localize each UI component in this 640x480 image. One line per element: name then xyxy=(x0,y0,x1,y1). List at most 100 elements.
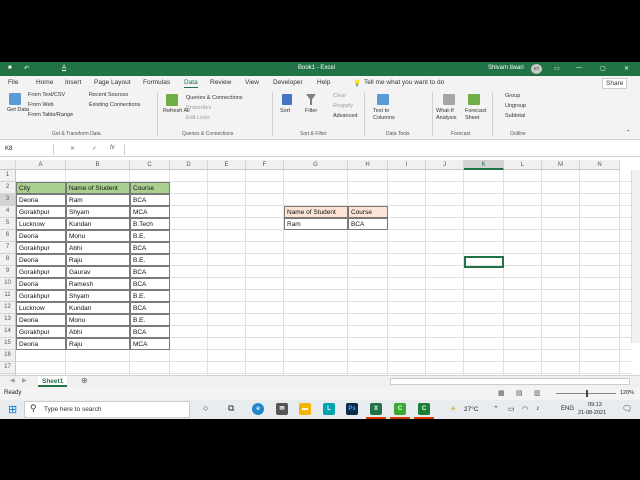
fx-icon[interactable]: fx xyxy=(110,145,115,151)
column-header-b[interactable]: B xyxy=(66,160,130,170)
menu-insert[interactable]: Insert xyxy=(65,79,81,86)
vertical-scrollbar[interactable] xyxy=(631,170,640,343)
collapse-ribbon-icon[interactable]: ⌃ xyxy=(626,130,631,136)
from-web-button[interactable]: From Web xyxy=(28,102,54,108)
menu-view[interactable]: View xyxy=(245,79,259,86)
table-cell[interactable]: Deoria xyxy=(16,314,66,326)
row-header-16[interactable]: 16 xyxy=(0,350,16,362)
table-header-cell[interactable]: City xyxy=(16,182,66,194)
filter-button[interactable]: Filter xyxy=(305,108,317,114)
add-sheet-icon[interactable]: ⊕ xyxy=(81,376,88,385)
table-cell[interactable]: Gorakhpur xyxy=(16,290,66,302)
column-header-n[interactable]: N xyxy=(580,160,620,170)
row-header-3[interactable]: 3 xyxy=(0,194,16,206)
page-layout-icon[interactable]: ▤ xyxy=(516,389,523,397)
next-sheet-icon[interactable]: ▶ xyxy=(22,377,27,384)
row-header-17[interactable]: 17 xyxy=(0,362,16,374)
weather-icon[interactable]: ☀ xyxy=(450,405,456,413)
column-header-d[interactable]: D xyxy=(170,160,208,170)
table-cell[interactable]: BCA xyxy=(130,302,170,314)
table-cell[interactable]: Lucknow xyxy=(16,218,66,230)
camtasia-recorder-icon[interactable]: C xyxy=(418,403,430,415)
undo-icon[interactable]: ↶ xyxy=(24,65,29,72)
excel-taskbar-icon[interactable]: X xyxy=(370,403,382,415)
row-header-2[interactable]: 2 xyxy=(0,182,16,194)
save-icon[interactable]: ■ xyxy=(8,65,12,71)
row-header-10[interactable]: 10 xyxy=(0,278,16,290)
column-header-c[interactable]: C xyxy=(130,160,170,170)
formula-input[interactable] xyxy=(124,144,634,155)
recent-sources-button[interactable]: Recent Sources xyxy=(89,92,128,98)
maximize-icon[interactable]: ▢ xyxy=(600,65,606,72)
table-cell[interactable]: Deoria xyxy=(16,230,66,242)
row-header-14[interactable]: 14 xyxy=(0,326,16,338)
weather-temp[interactable]: 27°C xyxy=(464,406,479,413)
clock-time[interactable]: 09:13 xyxy=(588,402,602,408)
clock-date[interactable]: 21-08-2021 xyxy=(578,410,606,416)
cortana-icon[interactable]: ○ xyxy=(203,403,208,413)
close-icon[interactable]: ✕ xyxy=(624,65,629,72)
clear-button[interactable]: Clear xyxy=(333,93,346,99)
table-cell[interactable]: Shyam xyxy=(66,206,130,218)
row-header-1[interactable]: 1 xyxy=(0,170,16,182)
menu-developer[interactable]: Developer xyxy=(273,79,303,86)
lookup-cell[interactable]: Ram xyxy=(284,218,348,230)
tray-chevron-icon[interactable]: ⌃ xyxy=(493,405,499,413)
column-header-j[interactable]: J xyxy=(426,160,464,170)
from-text-button[interactable]: From Text/CSV xyxy=(28,92,65,98)
page-break-icon[interactable]: ▥ xyxy=(534,389,541,397)
column-header-i[interactable]: I xyxy=(388,160,426,170)
table-cell[interactable]: Abhi xyxy=(66,242,130,254)
table-cell[interactable]: B.E. xyxy=(130,290,170,302)
edit-links-button[interactable]: Edit Links xyxy=(186,115,210,121)
file-explorer-icon[interactable]: ▬ xyxy=(299,403,311,415)
table-cell[interactable]: B.E. xyxy=(130,254,170,266)
table-cell[interactable]: Gorakhpur xyxy=(16,266,66,278)
tab-sheet1[interactable]: Sheet1 xyxy=(38,376,68,387)
table-cell[interactable]: Shyam xyxy=(66,290,130,302)
volume-icon[interactable]: ♪ xyxy=(536,405,540,412)
column-header-l[interactable]: L xyxy=(504,160,542,170)
row-header-8[interactable]: 8 xyxy=(0,254,16,266)
mail-icon[interactable]: ✉ xyxy=(276,403,288,415)
menu-file[interactable]: File xyxy=(8,79,18,86)
what-if-button[interactable]: What-If Analysis xyxy=(436,108,462,122)
minimize-icon[interactable]: — xyxy=(576,65,582,71)
tell-me-search[interactable]: Tell me what you want to do xyxy=(364,79,444,86)
column-header-g[interactable]: G xyxy=(284,160,348,170)
lookup-header-cell[interactable]: Name of Student xyxy=(284,206,348,218)
queries-connections-button[interactable]: Queries & Connections xyxy=(186,95,243,101)
table-cell[interactable]: B.E. xyxy=(130,230,170,242)
sort-button[interactable]: Sort xyxy=(280,108,290,114)
table-cell[interactable]: Monu xyxy=(66,230,130,242)
menu-home[interactable]: Home xyxy=(36,79,53,86)
name-box[interactable]: K8 xyxy=(2,144,54,155)
table-header-cell[interactable]: Course xyxy=(130,182,170,194)
language-indicator[interactable]: ENG xyxy=(561,406,574,412)
wifi-icon[interactable]: ◠ xyxy=(522,405,528,413)
table-cell[interactable]: Lucknow xyxy=(16,302,66,314)
table-cell[interactable]: Gorakhpur xyxy=(16,242,66,254)
table-header-cell[interactable]: Name of Student xyxy=(66,182,130,194)
network-icon[interactable]: ▭ xyxy=(508,405,515,413)
table-cell[interactable]: Ram xyxy=(66,194,130,206)
enter-icon[interactable]: ✓ xyxy=(92,145,97,152)
row-header-6[interactable]: 6 xyxy=(0,230,16,242)
row-header-15[interactable]: 15 xyxy=(0,338,16,350)
lookup-cell[interactable]: BCA xyxy=(348,218,388,230)
table-cell[interactable]: Kundan xyxy=(66,218,130,230)
table-cell[interactable]: Deoria xyxy=(16,278,66,290)
row-header-11[interactable]: 11 xyxy=(0,290,16,302)
horizontal-scrollbar[interactable] xyxy=(390,378,630,385)
menu-review[interactable]: Review xyxy=(210,79,231,86)
table-cell[interactable]: Deoria xyxy=(16,194,66,206)
notifications-icon[interactable]: 🗨 xyxy=(622,404,632,413)
table-cell[interactable]: B.E. xyxy=(130,314,170,326)
edge-icon[interactable]: e xyxy=(252,403,264,415)
table-cell[interactable]: BCA xyxy=(130,266,170,278)
menu-page-layout[interactable]: Page Layout xyxy=(94,79,131,86)
table-cell[interactable]: Gorakhpur xyxy=(16,326,66,338)
column-header-k[interactable]: K xyxy=(464,160,504,170)
camtasia-icon[interactable]: C xyxy=(394,403,406,415)
table-cell[interactable]: Gorakhpur xyxy=(16,206,66,218)
